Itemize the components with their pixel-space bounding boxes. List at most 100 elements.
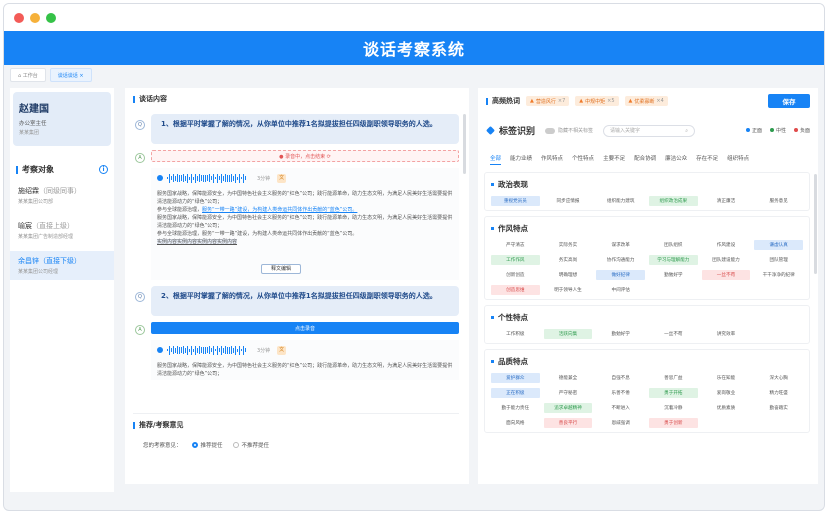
not-recommend-radio[interactable] (232, 442, 239, 448)
hide-irrelevant-toggle[interactable] (545, 127, 556, 134)
tag-chip[interactable]: 面向风格 (491, 418, 540, 428)
tag-chip[interactable]: 创造思维 (491, 285, 540, 295)
subject-item[interactable]: 喻宸（直接上级） 某某集团广告制造部经理 (10, 216, 114, 245)
category-tab[interactable]: 全部 (490, 154, 502, 165)
tag-chip[interactable]: 严守秘密 (544, 388, 593, 398)
tag-chip[interactable]: 组织政治成果 (649, 196, 698, 206)
tag-chip[interactable]: 爱岗敬业 (702, 388, 751, 398)
info-icon[interactable]: i (99, 165, 108, 174)
tag-chip[interactable]: 勤于能力责任 (491, 403, 540, 413)
tag-chip[interactable]: 明于领导人生 (544, 285, 593, 295)
tag-chip[interactable]: 活跃向集 (543, 329, 593, 339)
tag-chip[interactable]: 善思广益 (649, 373, 698, 383)
tag-chip[interactable]: 团队管理 (754, 255, 803, 265)
tags-scrollbar[interactable] (814, 174, 817, 274)
tag-chip[interactable]: 勤勉好学 (649, 270, 698, 280)
tag-chip[interactable]: 清正廉洁 (702, 196, 751, 206)
record-button[interactable]: 点击录音 (151, 322, 459, 334)
category-tab[interactable]: 存在不足 (696, 154, 718, 165)
tag-chip[interactable]: 勇于创新 (649, 418, 698, 428)
subject-item[interactable]: 施绍霖（同级同事） 某某集团公司部 (10, 181, 114, 210)
recording-stop-button[interactable]: ● 录音中，点击结束 ⟳ (151, 150, 459, 162)
not-recommend-label[interactable]: 不推荐提任 (242, 441, 270, 449)
tag-chip[interactable]: 组织能力建筑 (596, 196, 645, 206)
close-dot[interactable] (14, 12, 24, 23)
tag-search-input[interactable]: 请输入关键字 ⌕ (603, 124, 696, 137)
tag-chip[interactable]: 工作作风 (491, 255, 540, 265)
hot-word-chip[interactable]: ▲ 中规中矩 ×5 (575, 96, 619, 106)
tag-chip[interactable]: 干干净净的纪律 (754, 270, 803, 280)
maximize-dot[interactable] (46, 12, 56, 23)
tag-chip[interactable]: 正在积极 (491, 388, 540, 398)
tag-chip[interactable]: 团队建设能力 (702, 255, 751, 265)
interview-scrollbar[interactable] (463, 114, 466, 174)
tab-interview[interactable]: 谈话谈话 × (49, 68, 92, 82)
category-tab[interactable]: 廉洁公众 (665, 154, 687, 165)
transcript-icon[interactable]: 文 (277, 173, 287, 183)
interview-scroll[interactable]: Q 1、根据平时掌握了解的情况，从你单位中推荐1名拟提拔担任四级副职领导职务的人… (133, 114, 459, 410)
tag-chip[interactable]: 不断进入 (596, 403, 645, 413)
tag-chip[interactable]: 乐在知能 (702, 373, 751, 383)
tag-chip[interactable]: 作风建设 (702, 240, 751, 250)
tag-chip[interactable]: 爱护群众 (491, 373, 540, 383)
tag-chip[interactable]: 重视党员员 (491, 196, 540, 206)
tag-chip[interactable]: 谦虚认真 (754, 240, 803, 250)
subject-item-selected[interactable]: 余昌锌（直接下级） 某某集团公司经理 (10, 251, 114, 280)
tag-chip[interactable]: 勤奋踏实 (754, 403, 803, 413)
save-button[interactable]: 保存 (768, 94, 810, 108)
tag-chip[interactable]: 明确理想 (544, 270, 593, 280)
waveform[interactable] (167, 173, 246, 183)
answer-selected-text[interactable]: 实例内容实例内容实例内容实例内容 (157, 239, 238, 245)
tag-chip[interactable]: 优质素质 (702, 403, 751, 413)
tag-chip[interactable]: 协作沟通能力 (596, 255, 645, 265)
tag-chip[interactable]: 乐善不倦 (596, 388, 645, 398)
hot-word-chip[interactable]: ▲ 营造风行 ×7 (526, 96, 570, 106)
category-tab[interactable]: 能力业绩 (510, 154, 532, 165)
tag-chip[interactable]: 沉着冷静 (649, 403, 698, 413)
tag-chip[interactable]: 学习与理解能力 (649, 255, 698, 265)
tag-chip[interactable]: 实际务实 (544, 240, 593, 250)
category-tab[interactable]: 个性特点 (572, 154, 594, 165)
tag-chip[interactable]: 团队组织 (649, 240, 698, 250)
tag-chip[interactable]: 讲究效率 (702, 329, 751, 339)
audio-player[interactable]: 3分钟 文 (157, 173, 453, 183)
audio-player[interactable]: 3分钟 文 (157, 345, 453, 355)
play-icon[interactable] (157, 347, 163, 353)
category-tab[interactable]: 配合协调 (634, 154, 656, 165)
tag-chip[interactable]: 恩威强调 (596, 418, 645, 428)
tag-chip[interactable]: 德能兼全 (544, 373, 593, 383)
tag-chip[interactable]: 严守清志 (491, 240, 540, 250)
tag-chip[interactable]: 中间评估 (596, 285, 645, 295)
category-tab[interactable]: 主要不足 (603, 154, 625, 165)
tag-chip[interactable]: 创新创造 (491, 270, 540, 280)
tag-chip[interactable]: 做好纪律 (596, 270, 645, 280)
tag-chip[interactable]: 勤勉好学 (596, 329, 645, 339)
answer-highlight[interactable]: 服务“一带一路”建设，为构建人类命运共同体作出贡献的“蓝色”公司。 (202, 207, 357, 213)
transcript-icon[interactable]: 文 (277, 345, 287, 355)
tag-chip[interactable]: 善良平行 (543, 418, 593, 428)
play-icon[interactable] (157, 175, 163, 181)
tag-chip[interactable]: 追求卓越精神 (543, 403, 593, 413)
tag-chip[interactable]: 服务意见 (754, 196, 803, 206)
tag-chip[interactable]: 一丝不苟 (701, 270, 751, 280)
minimize-dot[interactable] (30, 12, 40, 23)
tag-chip[interactable]: 工作积极 (491, 329, 540, 339)
category-tab[interactable]: 作风特点 (541, 154, 563, 165)
category-tab[interactable]: 组织特点 (727, 154, 749, 165)
tag-chip[interactable]: 同步应情报 (544, 196, 593, 206)
tag-chip[interactable]: 务实高尚 (544, 255, 593, 265)
recommend-label[interactable]: 推荐提任 (201, 441, 223, 449)
tab-workbench[interactable]: ⌂ 工作台 (10, 68, 46, 82)
tag-chip[interactable]: 精力旺盛 (754, 388, 803, 398)
tag-chip[interactable]: 自强不息 (596, 373, 645, 383)
search-icon[interactable]: ⌕ (685, 128, 688, 134)
tag-chip[interactable]: 一丝不苟 (649, 329, 698, 339)
waveform[interactable] (167, 345, 246, 355)
hot-word-chip[interactable]: ▲ 优柔寡断 ×4 (624, 96, 668, 106)
tag-chip[interactable]: 勇于开拓 (649, 388, 698, 398)
tag-chip[interactable]: 深大心胸 (754, 373, 803, 383)
recommend-radio[interactable] (191, 442, 198, 448)
edit-transcript-popup[interactable]: 释文编辑 (261, 264, 301, 274)
tag-chip[interactable]: 谋求改革 (596, 240, 645, 250)
tag-groups[interactable]: 政治表现 重视党员员 同步应情报 组织能力建筑 组织政治成果 清正廉洁 服务意见 作风特点 严守… (484, 172, 810, 482)
